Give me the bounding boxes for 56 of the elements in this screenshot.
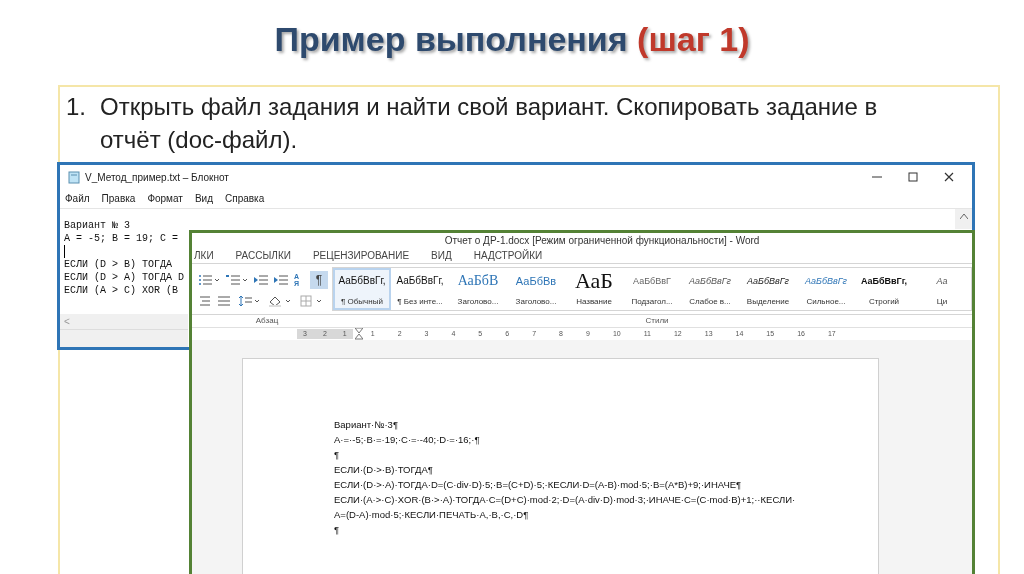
document-line: ¶ bbox=[334, 448, 341, 462]
increase-indent-icon[interactable] bbox=[274, 274, 288, 286]
style-option[interactable]: АаБбВв Заголово... bbox=[507, 268, 565, 310]
vertical-scrollbar[interactable] bbox=[955, 209, 972, 229]
document-line: ЕСЛИ·(D·>·A)·ТОГДА·D=(C·div·D)·5;·B=(C+D)·5;·КЕСЛИ·D=(A-B)·mod·5;·B=(A*B)+9;·ИНАЧЕ¶ bbox=[334, 478, 743, 492]
ribbon-tab[interactable]: РАССЫЛКИ bbox=[235, 248, 291, 263]
text-line: Вариант № 3 bbox=[64, 219, 130, 232]
group-label: Стили bbox=[644, 315, 670, 327]
group-label: Абзац bbox=[254, 315, 280, 327]
menu-item[interactable]: Формат bbox=[146, 191, 184, 206]
style-option[interactable]: АаБбВвГг Сильное... bbox=[797, 268, 855, 310]
justify-icon[interactable] bbox=[218, 295, 230, 307]
style-option[interactable]: Аа Ци bbox=[913, 268, 971, 310]
slide-title: Пример выполнения (шаг 1) bbox=[273, 19, 751, 60]
menu-item[interactable]: Вид bbox=[193, 191, 214, 206]
align-right-icon[interactable] bbox=[198, 295, 210, 307]
style-option[interactable]: АаБбВвГг, ¶ Обычный bbox=[333, 268, 391, 310]
style-option[interactable]: АаБбВвГ Подзагол... bbox=[623, 268, 681, 310]
step-number: 1. bbox=[66, 92, 86, 122]
text-line: A = -5; B = 19; C = bbox=[64, 232, 179, 245]
style-option[interactable]: АаБбВвГг Выделение bbox=[739, 268, 797, 310]
ribbon-tab[interactable]: ВИД bbox=[431, 248, 452, 263]
document-line: ЕСЛИ·(A·>·C)·XOR·(B·>·A)·ТОГДА·C=(D+C)·mod·2;·D=(A·div·D)·mod·3;·ИНАЧЕ·C=(C·mod·B)+1;··КЕСЛИ· bbox=[334, 493, 797, 507]
window-title: V_Метод_пример.txt – Блокнот bbox=[85, 170, 230, 185]
document-line: A=(D-A)·mod·5;·КЕСЛИ·ПЕЧАТЬ·A,·B,·C,·D¶ bbox=[334, 508, 530, 522]
document-line: Вариант·№·3¶ bbox=[334, 418, 399, 432]
step-text: Открыть файл задания и найти свой вариант. Скопировать задание в отчёт (doc-файл). bbox=[100, 92, 879, 155]
ribbon-tab[interactable]: ЛКИ bbox=[194, 248, 214, 263]
text-line: ЕСЛИ (D > B) ТОГДА bbox=[64, 258, 173, 271]
ribbon-tab[interactable]: НАДСТРОЙКИ bbox=[473, 248, 543, 263]
line-spacing-icon[interactable] bbox=[238, 295, 260, 307]
text-line: ЕСЛИ (D > A) ТОГДА D bbox=[64, 271, 185, 284]
close-icon[interactable] bbox=[944, 172, 954, 182]
decrease-indent-icon[interactable] bbox=[254, 274, 268, 286]
text-line: ЕСЛИ (A > C) XOR (B bbox=[64, 284, 179, 297]
notepad-icon[interactable] bbox=[68, 170, 80, 184]
maximize-icon[interactable] bbox=[908, 172, 918, 182]
shading-icon[interactable] bbox=[268, 295, 292, 307]
multilevel-list-icon[interactable] bbox=[226, 274, 248, 286]
document-line: ЕСЛИ·(D·>·B)·ТОГДА¶ bbox=[334, 463, 434, 477]
style-option[interactable]: АаБбВвГг, ¶ Без инте... bbox=[391, 268, 449, 310]
ribbon-tab[interactable]: РЕЦЕНЗИРОВАНИЕ bbox=[312, 248, 410, 263]
bullet-list-icon[interactable] bbox=[198, 274, 220, 286]
menu-item[interactable]: Правка bbox=[100, 191, 137, 206]
style-option[interactable]: АаБ Название bbox=[565, 268, 623, 310]
style-option[interactable]: АаБбВ Заголово... bbox=[449, 268, 507, 310]
style-option[interactable]: АаБбВвГг, Строгий bbox=[855, 268, 913, 310]
show-marks-button[interactable]: ¶ bbox=[310, 271, 328, 289]
document-line: ¶ bbox=[334, 523, 341, 537]
scroll-up-icon[interactable] bbox=[959, 213, 968, 219]
text-caret bbox=[64, 245, 65, 258]
document-line: A·=·-5;·B·=·19;·C·=·-40;·D·=·16;·¶ bbox=[334, 433, 481, 447]
window-title: Отчет о ДР-1.docx [Режим ограниченной функциональности] - Word bbox=[443, 234, 761, 248]
style-option[interactable]: АаБбВвГг Слабое в... bbox=[681, 268, 739, 310]
menu-item[interactable]: Файл bbox=[64, 191, 91, 206]
menu-item[interactable]: Справка bbox=[224, 191, 266, 206]
